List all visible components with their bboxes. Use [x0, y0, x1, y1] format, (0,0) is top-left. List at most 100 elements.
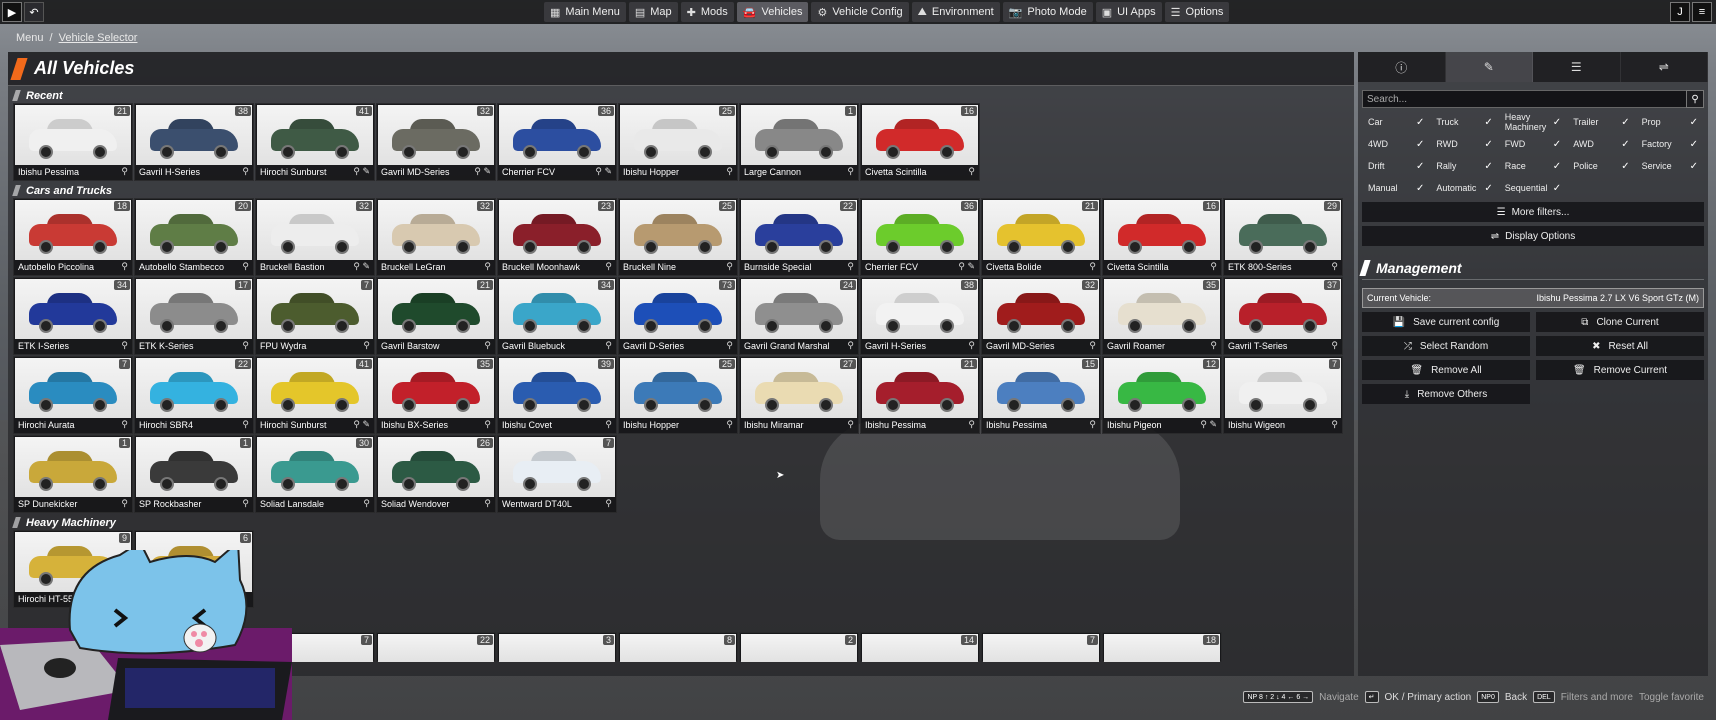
filter-checkbox[interactable]: Race ✓: [1499, 156, 1567, 176]
nav-photo-mode[interactable]: 📷 Photo Mode: [1002, 2, 1093, 22]
undo-icon[interactable]: ↶: [24, 2, 44, 22]
vehicle-tile[interactable]: 29 ETK 800-Series ⚲: [1223, 198, 1343, 276]
filter-checkbox[interactable]: 4WD ✓: [1362, 134, 1430, 154]
breadcrumb-menu[interactable]: Menu: [16, 32, 44, 44]
vehicle-tile[interactable]: 17 ETK K-Series ⚲: [134, 277, 254, 355]
remove-current-button[interactable]: 🗑 Remove Current: [1536, 360, 1704, 380]
vehicle-tile[interactable]: 21 Gavril Barstow ⚲: [376, 277, 496, 355]
nav-mods[interactable]: ✚ Mods: [680, 2, 734, 22]
vehicle-tile[interactable]: 36 Cherrier FCV ⚲ ✎: [860, 198, 980, 276]
vehicle-tile[interactable]: 34 ETK I-Series ⚲: [13, 277, 133, 355]
vehicle-tile[interactable]: 1 SP Rockbasher ⚲: [134, 435, 254, 513]
play-icon[interactable]: ▶: [2, 2, 22, 22]
vehicle-tile[interactable]: 27 Ibishu Miramar ⚲: [739, 356, 859, 434]
side-tab[interactable]: ✎: [1445, 52, 1533, 82]
vehicle-tile[interactable]: 36 Cherrier FCV ⚲ ✎: [497, 103, 617, 181]
current-vehicle-field[interactable]: Current Vehicle: Ibishu Pessima 2.7 LX V…: [1362, 288, 1704, 308]
filter-checkbox[interactable]: Automatic ✓: [1430, 178, 1498, 198]
vehicle-tile[interactable]: 32 Gavril MD-Series ⚲ ✎: [376, 103, 496, 181]
vehicle-tile[interactable]: 39 Ibishu Covet ⚲: [497, 356, 617, 434]
save-current-config-button[interactable]: 💾 Save current config: [1362, 312, 1530, 332]
nav-main-menu[interactable]: ▦ Main Menu: [544, 2, 626, 22]
filter-checkbox[interactable]: Heavy Machinery ✓: [1499, 112, 1567, 132]
vehicle-tile[interactable]: 18 Autobello Piccolina ⚲: [13, 198, 133, 276]
user-icon[interactable]: J: [1670, 2, 1690, 22]
clone-current-button[interactable]: ⧉ Clone Current: [1536, 312, 1704, 332]
vehicle-tile[interactable]: 32 Bruckell LeGran ⚲: [376, 198, 496, 276]
vehicle-tile[interactable]: 16 Civetta Scintilla ⚲: [1102, 198, 1222, 276]
filter-checkbox[interactable]: Sequential ✓: [1499, 178, 1567, 198]
vehicle-tile[interactable]: 35 Gavril Roamer ⚲: [1102, 277, 1222, 355]
remove-others-button[interactable]: ⤓ Remove Others: [1362, 384, 1530, 404]
search-icon[interactable]: ⚲: [1686, 90, 1704, 108]
vehicle-tile[interactable]: 7: [981, 632, 1101, 662]
vehicle-tile[interactable]: 14: [860, 632, 980, 662]
vehicle-tile[interactable]: 18: [1102, 632, 1222, 662]
vehicle-tile[interactable]: 21 Ibishu Pessima ⚲: [13, 103, 133, 181]
vehicle-tile[interactable]: 22 Hirochi SBR4 ⚲: [134, 356, 254, 434]
vehicle-tile[interactable]: 12 Ibishu Pigeon ⚲ ✎: [1102, 356, 1222, 434]
vehicle-tile[interactable]: 41 Hirochi Sunburst ⚲ ✎: [255, 103, 375, 181]
vehicle-tile[interactable]: 73 Gavril D-Series ⚲: [618, 277, 738, 355]
filter-checkbox[interactable]: Truck ✓: [1430, 112, 1498, 132]
filter-checkbox[interactable]: FWD ✓: [1499, 134, 1567, 154]
vehicle-tile[interactable]: 32 Gavril MD-Series ⚲: [981, 277, 1101, 355]
vehicle-tile[interactable]: 7 Wentward DT40L ⚲: [497, 435, 617, 513]
vehicle-tile[interactable]: 7 Ibishu Wigeon ⚲: [1223, 356, 1343, 434]
vehicle-tile[interactable]: 1 SP Dunekicker ⚲: [13, 435, 133, 513]
vehicle-tile[interactable]: 8: [618, 632, 738, 662]
vehicle-tile[interactable]: 23 Bruckell Moonhawk ⚲: [497, 198, 617, 276]
vehicle-tile[interactable]: 1 Large Cannon ⚲: [739, 103, 859, 181]
vehicle-tile[interactable]: 35 Ibishu BX-Series ⚲: [376, 356, 496, 434]
nav-vehicle-config[interactable]: ⚙ Vehicle Config: [811, 2, 909, 22]
filter-checkbox[interactable]: AWD ✓: [1567, 134, 1635, 154]
vehicle-tile[interactable]: 3: [497, 632, 617, 662]
vehicle-tile[interactable]: 32 Bruckell Bastion ⚲ ✎: [255, 198, 375, 276]
nav-options[interactable]: ☰ Options: [1164, 2, 1230, 22]
vehicle-tile[interactable]: 22 Burnside Special ⚲: [739, 198, 859, 276]
filter-checkbox[interactable]: Factory ✓: [1636, 134, 1704, 154]
filter-checkbox[interactable]: Rally ✓: [1430, 156, 1498, 176]
vehicle-tile[interactable]: 38 Gavril H-Series ⚲: [134, 103, 254, 181]
vehicle-tile[interactable]: 34 Gavril Bluebuck ⚲: [497, 277, 617, 355]
nav-environment[interactable]: ⛰ Environment: [911, 2, 1000, 22]
vehicle-tile[interactable]: 25 Bruckell Nine ⚲: [618, 198, 738, 276]
search-input[interactable]: [1362, 90, 1704, 108]
vehicle-tile[interactable]: 20 Autobello Stambecco ⚲: [134, 198, 254, 276]
vehicle-tile[interactable]: 41 Hirochi Sunburst ⚲ ✎: [255, 356, 375, 434]
vehicle-tile[interactable]: 22: [376, 632, 496, 662]
display-options-button[interactable]: ⇌ Display Options: [1362, 226, 1704, 246]
vehicle-tile[interactable]: 2: [739, 632, 859, 662]
nav-ui-apps[interactable]: ▣ UI Apps: [1095, 2, 1162, 22]
filter-checkbox[interactable]: Car ✓: [1362, 112, 1430, 132]
side-tab[interactable]: ☰: [1533, 52, 1621, 82]
menu-icon[interactable]: ≡: [1692, 2, 1712, 22]
vehicle-tile[interactable]: 30 Soliad Lansdale ⚲: [255, 435, 375, 513]
filter-checkbox[interactable]: Service ✓: [1636, 156, 1704, 176]
nav-vehicles[interactable]: 🚘 Vehicles: [736, 2, 809, 22]
side-tab[interactable]: ⓘ: [1358, 52, 1446, 82]
remove-all-button[interactable]: 🗑 Remove All: [1362, 360, 1530, 380]
reset-all-button[interactable]: ✖ Reset All: [1536, 336, 1704, 356]
filter-checkbox[interactable]: Prop ✓: [1636, 112, 1704, 132]
more-filters-button[interactable]: ☰ More filters...: [1362, 202, 1704, 222]
vehicle-tile[interactable]: 16 Civetta Scintilla ⚲: [860, 103, 980, 181]
vehicle-tile[interactable]: 15 Ibishu Pessima ⚲: [981, 356, 1101, 434]
vehicle-tile[interactable]: 21 Ibishu Pessima ⚲: [860, 356, 980, 434]
vehicle-tile[interactable]: 7 FPU Wydra ⚲: [255, 277, 375, 355]
filter-checkbox[interactable]: Police ✓: [1567, 156, 1635, 176]
vehicle-tile[interactable]: 38 Gavril H-Series ⚲: [860, 277, 980, 355]
filter-checkbox[interactable]: Manual ✓: [1362, 178, 1430, 198]
breadcrumb-vehicle-selector[interactable]: Vehicle Selector: [59, 32, 138, 44]
filter-checkbox[interactable]: Trailer ✓: [1567, 112, 1635, 132]
filter-checkbox[interactable]: RWD ✓: [1430, 134, 1498, 154]
vehicle-tile[interactable]: 25 Ibishu Hopper ⚲: [618, 356, 738, 434]
side-tab[interactable]: ⇌: [1620, 52, 1708, 82]
vehicle-tile[interactable]: 24 Gavril Grand Marshal ⚲: [739, 277, 859, 355]
select-random-button[interactable]: ⤮ Select Random: [1362, 336, 1530, 356]
vehicle-tile[interactable]: 26 Soliad Wendover ⚲: [376, 435, 496, 513]
filter-checkbox[interactable]: Drift ✓: [1362, 156, 1430, 176]
vehicle-tile[interactable]: 21 Civetta Bolide ⚲: [981, 198, 1101, 276]
nav-map[interactable]: ▤ Map: [628, 2, 678, 22]
vehicle-tile[interactable]: 7 Hirochi Aurata ⚲: [13, 356, 133, 434]
